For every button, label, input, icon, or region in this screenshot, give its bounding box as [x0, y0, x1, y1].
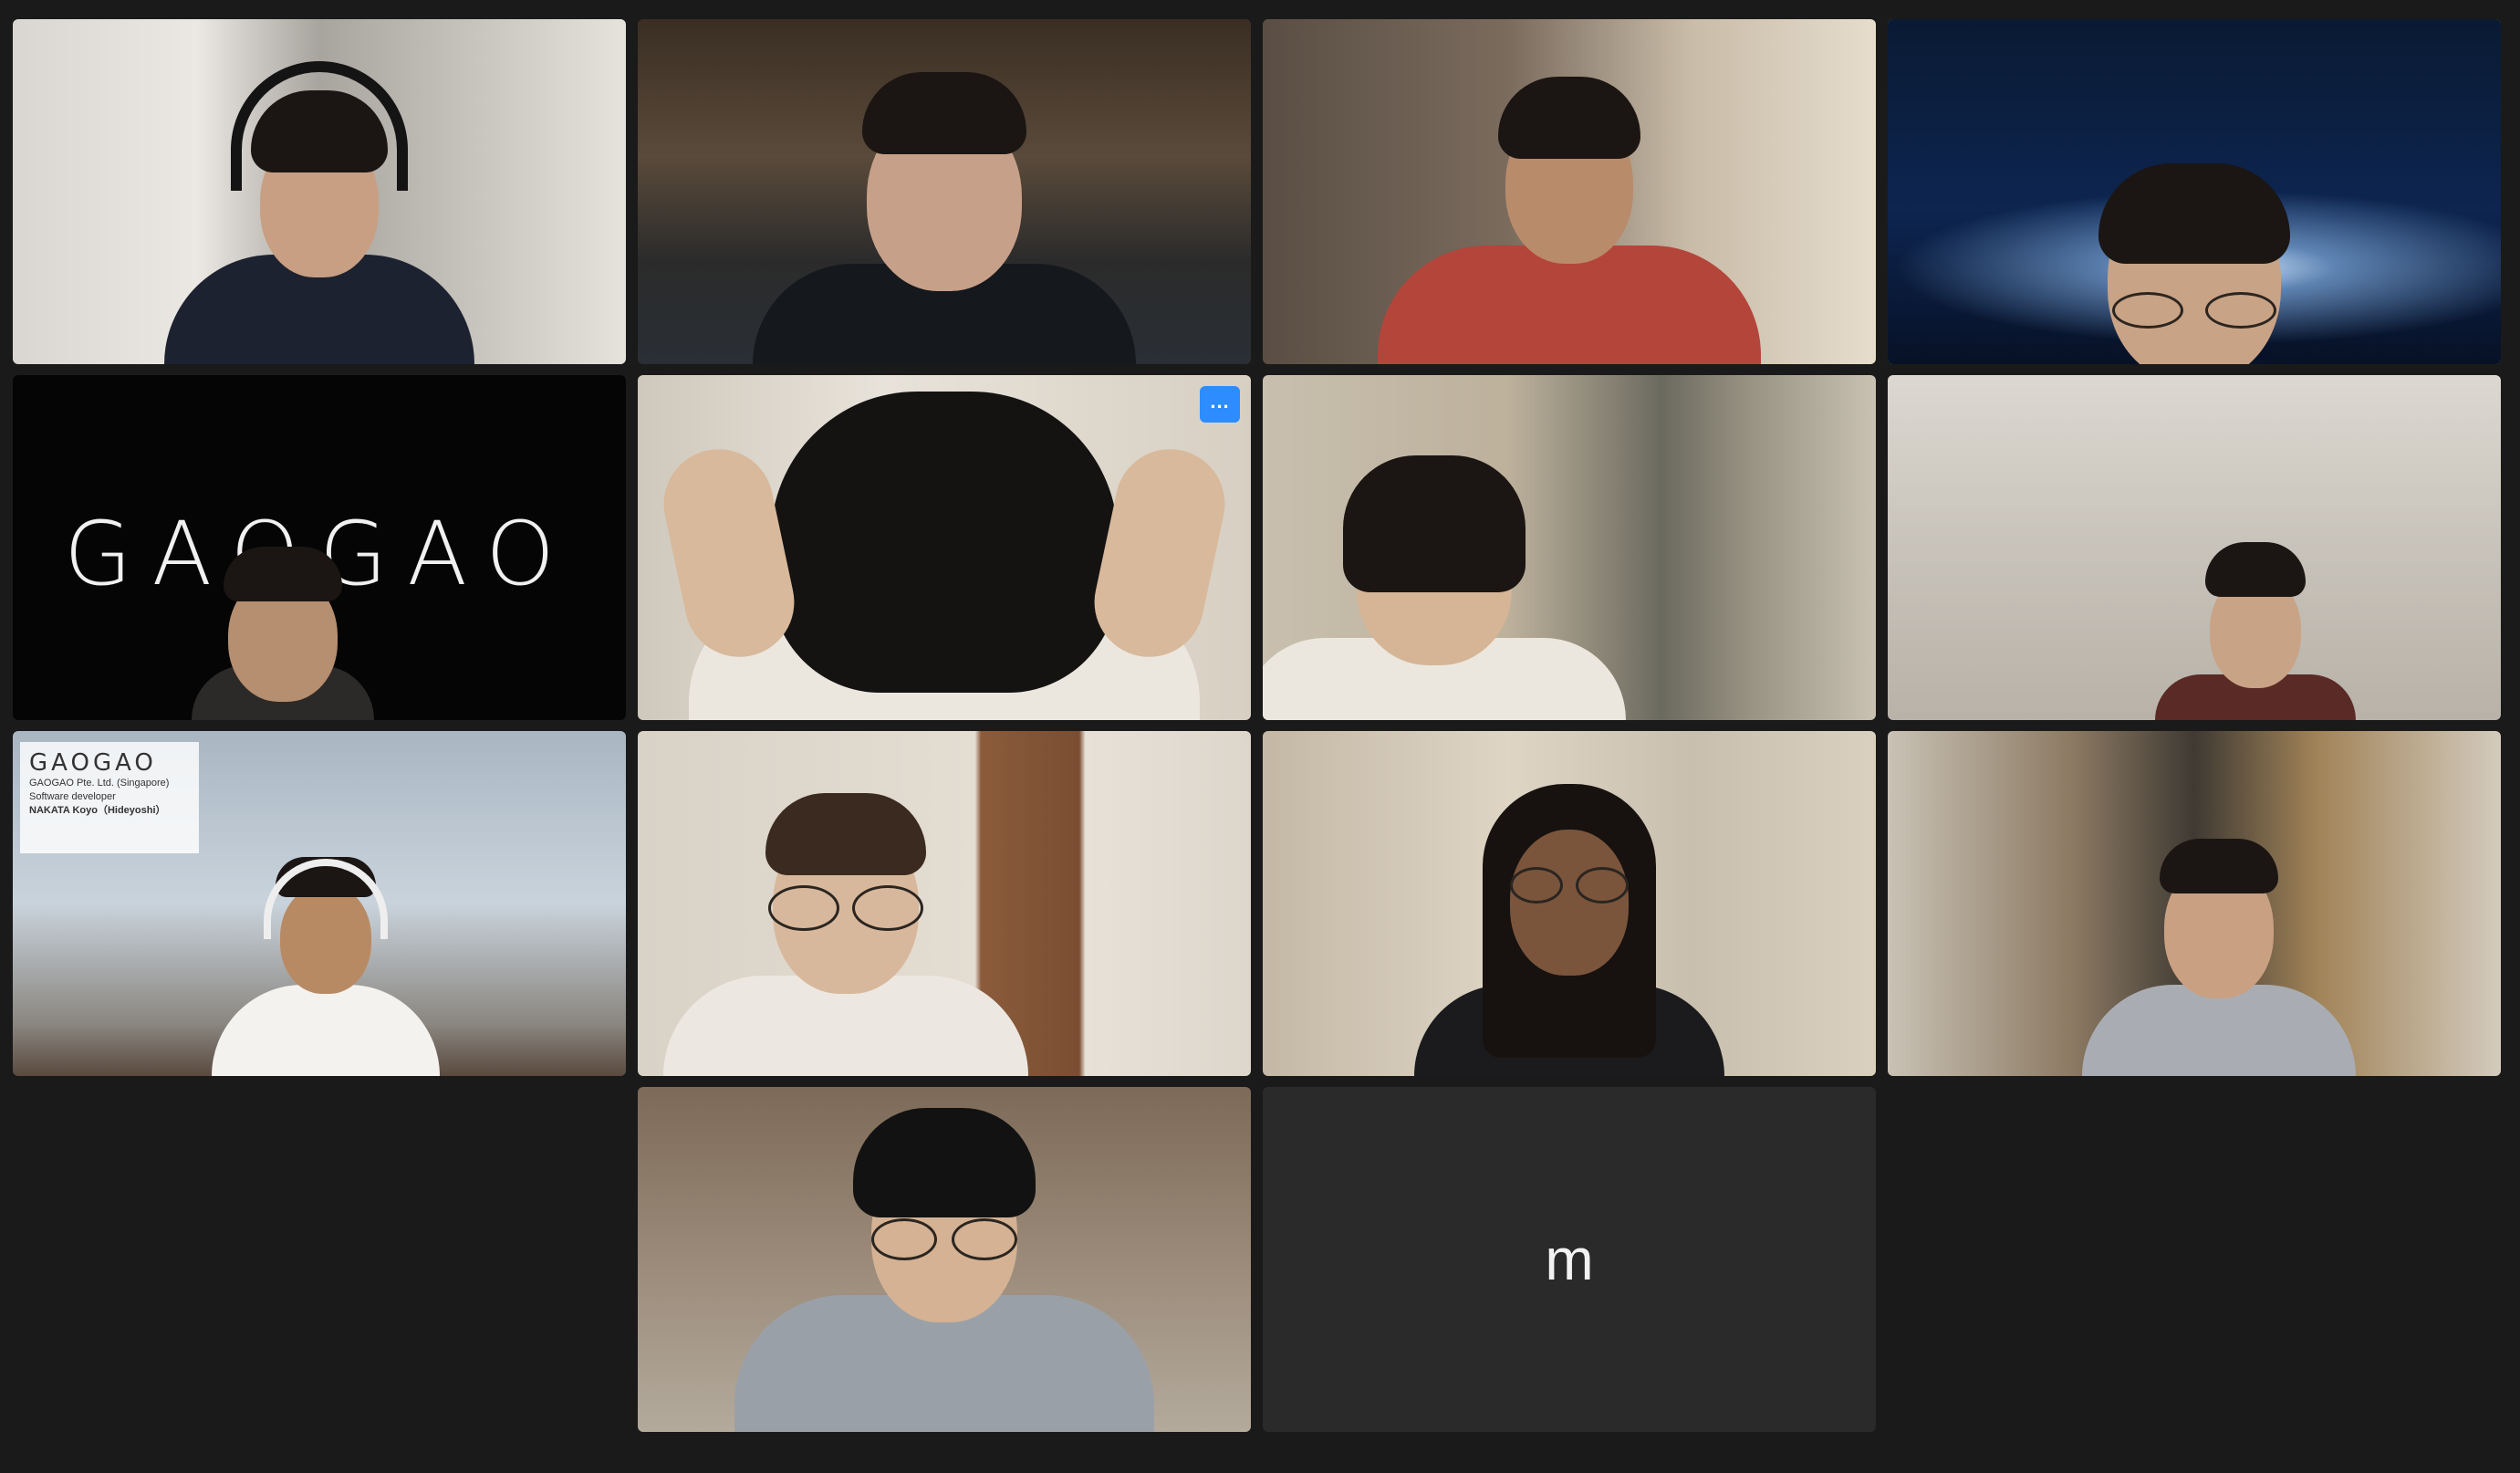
participant-video-8[interactable]	[1888, 375, 2501, 720]
headset	[231, 61, 408, 191]
participant-figure	[2076, 63, 2313, 364]
name-card-role: Software developer	[29, 791, 116, 802]
participant-figure	[734, 1108, 1154, 1432]
participant-figure	[191, 547, 374, 720]
more-options-button[interactable]: ...	[1200, 386, 1240, 423]
participant-figure	[663, 775, 1029, 1076]
participant-video-12[interactable]	[1888, 731, 2501, 1076]
participant-figure	[753, 63, 1136, 364]
participant-video-5[interactable]: GAOGAO	[13, 375, 626, 720]
participant-video-10[interactable]	[638, 731, 1251, 1076]
name-card-name: NAKATA Koyo（Hideyoshi）	[29, 805, 166, 816]
participant-video-2[interactable]	[638, 19, 1251, 364]
participant-figure	[1378, 63, 1761, 364]
participant-avatar-tile[interactable]: m	[1263, 1087, 1876, 1432]
virtual-name-card: GAOGAO GAOGAO Pte. Ltd. (Singapore) Soft…	[20, 742, 199, 853]
participant-video-13[interactable]	[638, 1087, 1251, 1432]
participant-video-11[interactable]	[1263, 731, 1876, 1076]
empty-slot	[13, 1087, 626, 1432]
participant-initial: m	[1545, 1227, 1594, 1292]
participant-figure	[2081, 775, 2356, 1076]
empty-slot	[1888, 1087, 2501, 1432]
name-card-company: GAOGAO Pte. Ltd. (Singapore)	[29, 778, 170, 789]
participant-figure	[1263, 419, 1627, 720]
participant-video-6[interactable]: ...	[638, 375, 1251, 720]
participant-video-9[interactable]: GAOGAO GAOGAO Pte. Ltd. (Singapore) Soft…	[13, 731, 626, 1076]
participant-figure	[164, 61, 474, 364]
video-gallery: GAOGAO ...	[13, 19, 2501, 1432]
participant-figure	[2155, 419, 2357, 720]
participant-video-1[interactable]	[13, 19, 626, 364]
participant-video-7[interactable]	[1263, 375, 1876, 720]
participant-figure	[211, 848, 440, 1076]
name-card-brand: GAOGAO	[29, 749, 157, 777]
participant-figure	[1414, 775, 1724, 1076]
participant-video-4-active-speaker[interactable]	[1888, 19, 2501, 364]
participant-video-3[interactable]	[1263, 19, 1876, 364]
